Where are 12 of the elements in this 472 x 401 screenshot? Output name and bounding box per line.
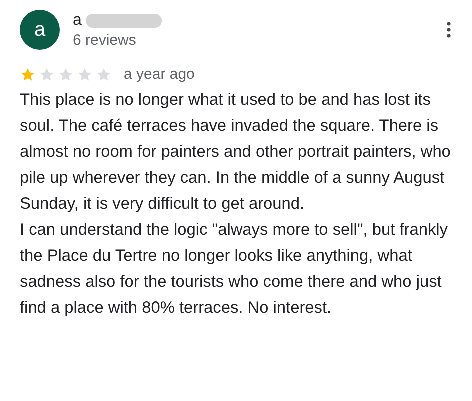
review-text: I can understand the logic "always more to sell", but frankly the Place du Tertre no longer looks like anything, what sadness also for the tourists who come there and who just find a place with 80% terraces. No interest. — [20, 220, 449, 319]
review-count: 6 reviews — [73, 32, 138, 48]
star-empty-icon — [58, 66, 74, 82]
reviewer-name[interactable]: a — [73, 12, 82, 30]
star-empty-icon — [96, 66, 112, 82]
star-empty-icon — [39, 66, 55, 82]
review-text: This place is no longer what it used to be and has lost its soul. The café terraces have invaded the square. There is almost no room for painters and other portrait painters, who pile up wherever they can. In the middle of a sunny August Sunday, it is very difficult to get around. — [20, 90, 452, 215]
avatar[interactable]: a — [20, 10, 60, 50]
star-empty-icon — [77, 66, 93, 82]
review-time: a year ago — [124, 66, 195, 83]
star-filled-icon — [20, 66, 36, 82]
more-options-icon[interactable] — [444, 20, 454, 40]
